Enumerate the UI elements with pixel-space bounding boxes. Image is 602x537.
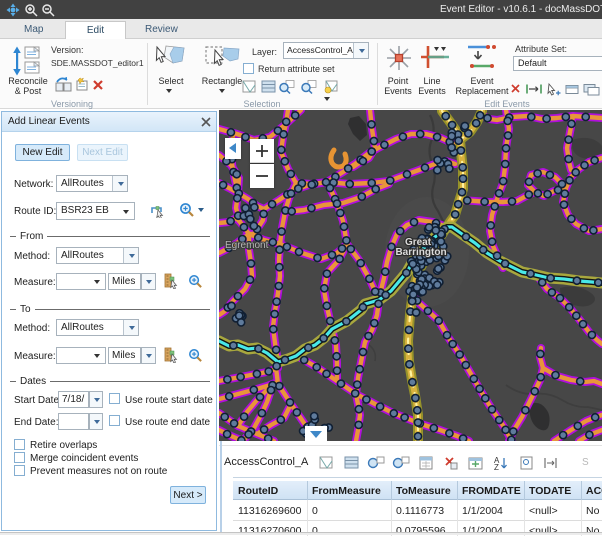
svg-text:Z: Z	[494, 463, 499, 472]
svg-text:Barrington: Barrington	[395, 247, 446, 258]
svg-text:Egremont: Egremont	[225, 240, 269, 251]
